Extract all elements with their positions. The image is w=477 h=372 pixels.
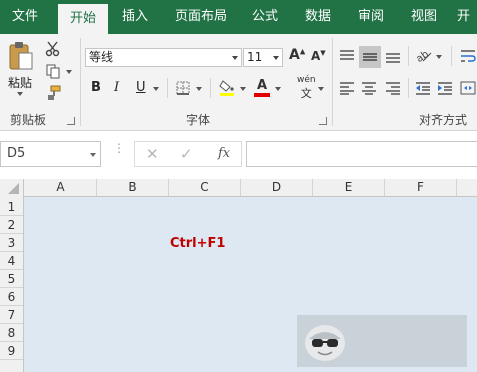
font-name-dropdown-arrow[interactable]	[232, 56, 238, 60]
borders-icon[interactable]	[175, 80, 191, 96]
font-size-dropdown-arrow[interactable]	[273, 56, 279, 60]
alignment-group-label: 对齐方式	[419, 113, 468, 127]
font-color-bar	[254, 93, 270, 97]
copy-dropdown-arrow[interactable]	[66, 70, 72, 74]
row-header-2[interactable]: 2	[0, 216, 23, 234]
column-headers: A B C D E F	[0, 179, 477, 197]
tab-insert[interactable]: 插入	[110, 0, 160, 34]
tab-developer[interactable]: 开	[457, 0, 477, 34]
bold-button[interactable]: B	[91, 80, 101, 95]
row-headers: 1 2 3 4 5 6 7 8 9	[0, 197, 24, 372]
row-header-6[interactable]: 6	[0, 288, 23, 306]
row-header-4[interactable]: 4	[0, 252, 23, 270]
column-header-b[interactable]: B	[97, 179, 169, 196]
row-header-7[interactable]: 7	[0, 306, 23, 324]
cut-icon[interactable]	[44, 40, 62, 58]
phonetic-pinyin: wén	[297, 75, 316, 85]
borders-dropdown-arrow[interactable]	[196, 87, 202, 91]
phonetic-char: 文	[300, 87, 312, 100]
group-separator	[80, 38, 81, 126]
cell-c3-text: Ctrl+F1	[170, 236, 226, 251]
tab-formulas[interactable]: 公式	[240, 0, 290, 34]
clipboard-dialog-launcher[interactable]	[67, 117, 75, 125]
tab-home[interactable]: 开始	[58, 4, 108, 34]
name-box[interactable]: D5	[0, 141, 101, 167]
font-size-value: 11	[247, 50, 263, 64]
font-group-label: 字体	[186, 113, 211, 127]
increase-font-size-icon[interactable]: A▲	[289, 47, 305, 63]
divider	[167, 78, 168, 98]
paste-icon[interactable]	[6, 40, 36, 74]
orientation-dropdown-arrow[interactable]	[436, 55, 442, 59]
font-size-combo[interactable]: 11	[243, 48, 283, 67]
align-left-icon[interactable]	[337, 78, 357, 98]
cancel-icon[interactable]: ✕	[146, 145, 159, 163]
column-header-d[interactable]: D	[241, 179, 313, 196]
underline-dropdown-arrow[interactable]	[153, 87, 159, 91]
align-bottom-icon[interactable]	[383, 46, 403, 66]
align-center-icon[interactable]	[359, 78, 379, 98]
insert-function-icon[interactable]: fx	[218, 146, 230, 161]
mascot-logo-icon	[301, 319, 349, 363]
row-header-1[interactable]: 1	[0, 198, 23, 216]
font-name-value: 等线	[89, 50, 114, 64]
format-painter-icon[interactable]	[44, 84, 62, 102]
row-header-5[interactable]: 5	[0, 270, 23, 288]
row-header-3[interactable]: 3	[0, 234, 23, 252]
font-color-icon[interactable]: A	[255, 78, 269, 93]
tab-review[interactable]: 审阅	[346, 0, 396, 34]
clipboard-group-label: 剪贴板	[10, 113, 47, 127]
row-header-9[interactable]: 9	[0, 342, 23, 360]
decrease-font-size-icon[interactable]: A▼	[311, 49, 326, 63]
formula-buttons: ✕ ✓ fx	[134, 141, 242, 167]
font-name-combo[interactable]: 等线	[85, 48, 242, 67]
phonetic-guide-icon[interactable]: wén 文	[297, 75, 316, 101]
paste-button-label[interactable]: 粘贴	[8, 74, 32, 91]
tab-data[interactable]: 数据	[293, 0, 343, 34]
select-all-corner[interactable]	[0, 179, 24, 197]
name-box-value: D5	[7, 146, 26, 161]
fill-color-icon[interactable]	[218, 78, 236, 96]
paste-dropdown-arrow[interactable]	[17, 92, 23, 96]
decrease-indent-icon[interactable]	[413, 78, 433, 98]
column-header-c[interactable]: C	[169, 179, 241, 196]
align-right-icon[interactable]	[383, 78, 403, 98]
column-header-a[interactable]: A	[25, 179, 97, 196]
column-header-g[interactable]	[457, 179, 477, 196]
divider	[451, 46, 452, 66]
ribbon-home: 粘贴 剪贴板 等线 11 A▲ A▼ B I U A wén 文 字体 ab 对…	[0, 34, 477, 131]
column-header-f[interactable]: F	[385, 179, 457, 196]
orientation-icon[interactable]: ab	[414, 44, 434, 66]
formula-input[interactable]	[246, 141, 477, 167]
merge-center-icon[interactable]	[459, 78, 477, 98]
formula-bar-grip-icon[interactable]: ⋮	[113, 142, 125, 154]
copy-icon[interactable]	[44, 62, 62, 80]
enter-icon[interactable]: ✓	[180, 145, 193, 163]
align-middle-icon[interactable]	[359, 46, 381, 68]
group-separator	[332, 38, 333, 126]
underline-button[interactable]: U	[136, 80, 146, 95]
tab-page-layout[interactable]: 页面布局	[166, 0, 236, 34]
ribbon-tab-bar: 文件 开始 插入 页面布局 公式 数据 审阅 视图 开	[0, 0, 477, 34]
tab-file[interactable]: 文件	[0, 0, 50, 34]
divider	[408, 46, 409, 66]
row-header-8[interactable]: 8	[0, 324, 23, 342]
fill-color-dropdown-arrow[interactable]	[240, 87, 246, 91]
increase-indent-icon[interactable]	[435, 78, 455, 98]
svg-text:ab: ab	[415, 49, 431, 64]
divider	[210, 78, 211, 98]
watermark-badge	[297, 315, 467, 367]
name-box-dropdown-arrow[interactable]	[90, 153, 96, 157]
font-color-dropdown-arrow[interactable]	[275, 87, 281, 91]
font-dialog-launcher[interactable]	[319, 117, 327, 125]
align-top-icon[interactable]	[337, 46, 357, 66]
wrap-text-icon[interactable]	[458, 46, 477, 66]
column-header-e[interactable]: E	[313, 179, 385, 196]
phonetic-dropdown-arrow[interactable]	[318, 87, 324, 91]
divider	[408, 78, 409, 98]
tab-view[interactable]: 视图	[399, 0, 449, 34]
italic-button[interactable]: I	[114, 80, 119, 95]
